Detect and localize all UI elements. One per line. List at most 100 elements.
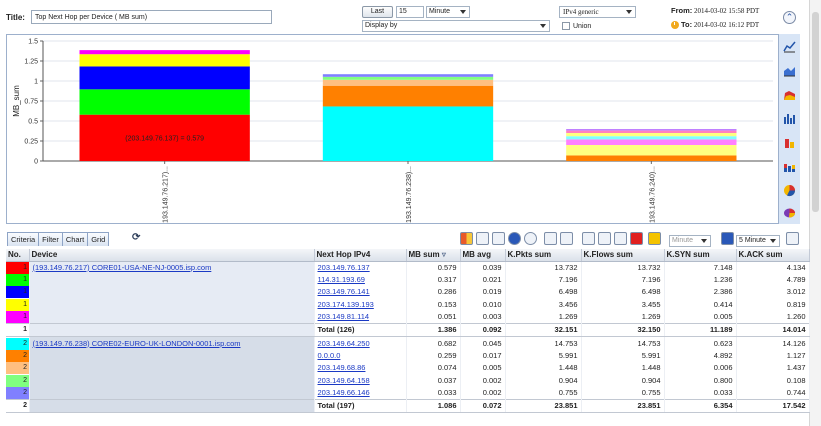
- image-icon[interactable]: [598, 232, 611, 245]
- next-hop-cell[interactable]: 0.0.0.0: [314, 349, 407, 363]
- next-hop-cell[interactable]: 203.174.139.193: [314, 298, 407, 312]
- column-header-kpkts-sum[interactable]: K.Pkts sum: [505, 249, 582, 262]
- sort-icon[interactable]: [544, 232, 557, 245]
- mb-avg-cell: 0.002: [460, 387, 506, 400]
- next-hop-cell[interactable]: 203.149.66.146: [314, 387, 407, 400]
- stacked-bar-icon[interactable]: [783, 160, 796, 173]
- export-icon[interactable]: [614, 232, 627, 245]
- bar-chart-icon[interactable]: [783, 112, 796, 125]
- table-row[interactable]: 1 203.149.81.114 0.051 0.003 1.269 1.269 0.005…: [6, 311, 810, 324]
- chevron-down-icon: [770, 239, 776, 243]
- table-row[interactable]: 1 114.31.193.69 0.317 0.021 7.196 7.196 1.236 4…: [6, 273, 810, 287]
- kflows-sum-cell: 3.455: [581, 298, 665, 312]
- kpkts-sum-cell: 1.448: [505, 362, 582, 375]
- next-hop-cell[interactable]: 203.149.76.137: [314, 261, 407, 274]
- row-number-cell: 1: [6, 298, 30, 312]
- help-icon[interactable]: [524, 232, 537, 245]
- 3d-pie-icon[interactable]: [783, 206, 796, 219]
- table-row[interactable]: 2 0.0.0.0 0.259 0.017 5.991 5.991 4.892 1.127: [6, 349, 810, 363]
- column-header-mb-sum[interactable]: MB sum ▿: [406, 249, 461, 262]
- column-header-ksyn-sum[interactable]: K.SYN sum: [664, 249, 737, 262]
- series-color-swatch: 1: [6, 261, 28, 274]
- collapse-up-icon[interactable]: ⌃: [783, 11, 796, 24]
- tab-grid[interactable]: Grid: [87, 232, 110, 246]
- table-row[interactable]: 1 203.174.139.193 0.153 0.010 3.456 3.455 0.41…: [6, 298, 810, 312]
- table-total-row[interactable]: 1 Total (126) 1.386 0.092 32.151 32.150 11.189…: [6, 323, 810, 338]
- to-time[interactable]: To: 2014-03-02 16:12 PDT: [671, 20, 759, 30]
- row-number-cell: 2: [6, 387, 30, 400]
- time-unit-select[interactable]: Minute: [426, 6, 470, 18]
- device-cell: [29, 374, 315, 388]
- table-row[interactable]: 2 (193.149.76.238) CORE02-EURO-UK-LONDON-…: [6, 336, 810, 350]
- dropdown-tool-icon[interactable]: [786, 232, 799, 245]
- 3d-area-icon[interactable]: [783, 88, 796, 101]
- column-header-kflows-sum[interactable]: K.Flows sum: [581, 249, 665, 262]
- kpkts-sum-cell: 32.151: [505, 323, 582, 338]
- 3d-bar-icon[interactable]: [783, 136, 796, 149]
- page-scrollbar[interactable]: [809, 0, 821, 426]
- scrollbar-thumb[interactable]: [812, 12, 819, 212]
- table-row[interactable]: 1 (193.149.76.217) CORE01-USA-NE-NJ-0005.…: [6, 261, 810, 274]
- title-input[interactable]: Top Next Hop per Device ( MB sum): [31, 10, 272, 24]
- globe-icon[interactable]: [508, 232, 521, 245]
- next-hop-cell[interactable]: 203.149.64.250: [314, 336, 407, 350]
- column-header-device[interactable]: Device: [29, 249, 315, 262]
- device-cell: [29, 286, 315, 299]
- table-total-row[interactable]: 2 Total (197) 1.086 0.072 23.851 23.851 6.354 1…: [6, 399, 810, 414]
- next-hop-cell[interactable]: 203.149.76.141: [314, 286, 407, 299]
- next-hop-cell[interactable]: 203.149.68.86: [314, 362, 407, 375]
- mb-avg-cell: 0.010: [460, 298, 506, 312]
- next-hop-cell[interactable]: 203.149.81.114: [314, 311, 407, 324]
- kack-sum-cell: 17.542: [736, 399, 810, 414]
- chevron-down-icon: [626, 10, 632, 14]
- display-by-select[interactable]: Display by: [362, 20, 550, 32]
- tab-criteria[interactable]: Criteria: [7, 232, 40, 246]
- chevron-down-icon: [701, 239, 707, 243]
- next-hop-cell[interactable]: 114.31.193.69: [314, 273, 407, 287]
- column-header-no[interactable]: No.: [6, 249, 30, 262]
- last-button[interactable]: Last: [362, 6, 393, 18]
- device-cell: [29, 349, 315, 363]
- line-chart-icon[interactable]: [783, 40, 796, 53]
- kack-sum-cell: 1.260: [736, 311, 810, 324]
- device-cell[interactable]: (193.149.76.217) CORE01-USA-NE-NJ-0005.i…: [29, 261, 315, 274]
- table-row[interactable]: 2 203.149.68.86 0.074 0.005 1.448 1.448 0.006 1…: [6, 362, 810, 375]
- column-toggle-icon[interactable]: [476, 232, 489, 245]
- column-header-kack-sum[interactable]: K.ACK sum: [736, 249, 810, 262]
- title-label: Title:: [6, 13, 25, 22]
- kflows-sum-cell: 14.753: [581, 336, 665, 350]
- union-checkbox[interactable]: Union: [562, 22, 591, 32]
- threshold-icon[interactable]: [648, 232, 661, 245]
- chevron-down-icon: [460, 10, 466, 14]
- bar-annotation: (203.149.76.137) = 0.579: [125, 135, 204, 142]
- table-row[interactable]: 1 203.149.76.141 0.286 0.019 6.498 6.498 2.386…: [6, 286, 810, 299]
- column-header-mb-avg[interactable]: MB avg: [460, 249, 506, 262]
- red-bar-icon[interactable]: [630, 232, 643, 245]
- device-cell[interactable]: (193.149.76.238) CORE02-EURO-UK-LONDON-0…: [29, 336, 315, 350]
- search-icon[interactable]: [582, 232, 595, 245]
- color-grid-icon[interactable]: [460, 232, 473, 245]
- column-header-next-hop[interactable]: Next Hop IPv4: [314, 249, 407, 262]
- refresh-icon[interactable]: ⟳: [132, 232, 140, 243]
- ksyn-sum-cell: 11.189: [664, 323, 737, 338]
- minute-select[interactable]: Minute: [669, 235, 711, 247]
- bar-segment: [566, 145, 737, 156]
- last-value-input[interactable]: 15: [396, 6, 424, 18]
- tab-chart[interactable]: Chart: [61, 232, 89, 246]
- bar-segment: [566, 155, 737, 161]
- pie-chart-icon[interactable]: [783, 184, 796, 197]
- table-row[interactable]: 2 203.149.66.146 0.033 0.002 0.755 0.755 0.033…: [6, 387, 810, 400]
- table-row[interactable]: 2 203.149.64.158 0.037 0.002 0.904 0.904 0.800…: [6, 374, 810, 388]
- area-chart-icon[interactable]: [783, 64, 796, 77]
- series-color-swatch: 1: [6, 311, 28, 324]
- calendar-icon[interactable]: [721, 232, 734, 245]
- tab-filter[interactable]: Filter: [38, 232, 63, 246]
- table-icon[interactable]: [492, 232, 505, 245]
- ip-version-select[interactable]: IPv4 generic: [559, 6, 636, 18]
- from-time[interactable]: From: 2014-03-02 15:58 PDT: [671, 6, 759, 15]
- bar-segment: [322, 85, 494, 107]
- next-hop-cell[interactable]: 203.149.64.158: [314, 374, 407, 388]
- network-icon[interactable]: [560, 232, 573, 245]
- mb-avg-cell: 0.039: [460, 261, 506, 274]
- interval-select[interactable]: 5 Minute: [736, 235, 780, 247]
